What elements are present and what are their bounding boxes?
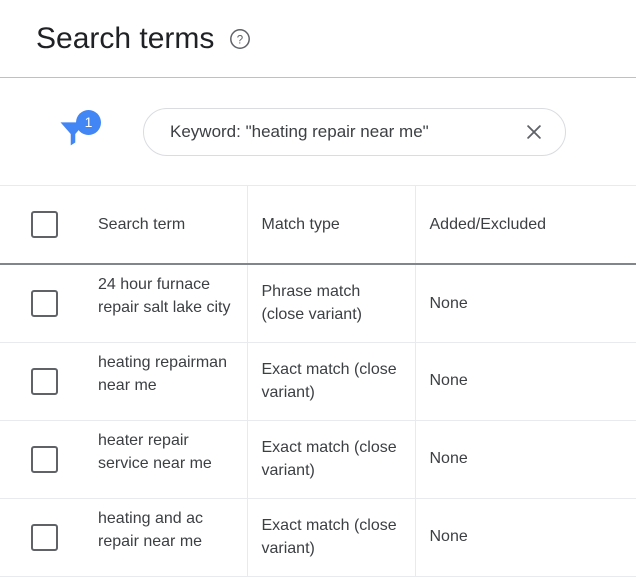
filter-chip-keyword[interactable]: Keyword: "heating repair near me" <box>143 107 566 156</box>
select-all-header-cell <box>0 186 90 265</box>
cell-added-excluded: None <box>415 420 636 499</box>
help-circle-icon[interactable]: ? <box>228 27 252 51</box>
table-row[interactable]: heating and ac repair near me Exact matc… <box>0 498 636 577</box>
page-title: Search terms <box>36 21 215 55</box>
cell-search-term: heating and ac repair near me <box>90 498 248 577</box>
row-checkbox-cell <box>0 264 90 343</box>
cell-search-term: 24 hour furnace repair salt lake city <box>90 264 248 343</box>
filter-bar: 1 Keyword: "heating repair near me" <box>0 78 636 186</box>
row-checkbox-cell <box>0 420 90 499</box>
cell-match-type: Exact match (close variant) <box>247 498 416 577</box>
table-body: 24 hour furnace repair salt lake city Ph… <box>0 264 636 577</box>
filter-funnel-icon[interactable]: 1 <box>56 108 102 156</box>
row-select-checkbox[interactable] <box>31 367 58 395</box>
table-row[interactable]: heating repairman near me Exact match (c… <box>0 342 636 421</box>
cell-added-excluded: None <box>415 264 636 343</box>
cell-match-type: Exact match (close variant) <box>247 420 416 499</box>
row-checkbox-cell <box>0 498 90 577</box>
select-all-checkbox[interactable] <box>31 211 58 238</box>
search-terms-table: Search term Match type Added/Excluded 24… <box>0 186 636 577</box>
page-header: Search terms ? <box>0 0 636 78</box>
column-header-search-term[interactable]: Search term <box>90 186 248 265</box>
svg-text:?: ? <box>237 34 243 46</box>
cell-match-type: Phrase match (close variant) <box>247 264 416 343</box>
row-select-checkbox[interactable] <box>31 445 58 473</box>
row-checkbox-cell <box>0 342 90 421</box>
table-row[interactable]: heater repair service near me Exact matc… <box>0 420 636 499</box>
cell-added-excluded: None <box>415 342 636 421</box>
row-select-checkbox[interactable] <box>31 289 58 317</box>
filter-chip-label: Keyword: "heating repair near me" <box>170 121 429 141</box>
cell-added-excluded: None <box>415 498 636 577</box>
filter-count-badge: 1 <box>76 109 101 135</box>
column-header-added-excluded[interactable]: Added/Excluded <box>415 186 636 265</box>
table-header-row: Search term Match type Added/Excluded <box>0 186 636 265</box>
cell-search-term: heating repairman near me <box>90 342 248 421</box>
column-header-match-type[interactable]: Match type <box>247 186 416 265</box>
close-x-icon[interactable] <box>521 119 547 145</box>
table-header: Search term Match type Added/Excluded <box>0 186 636 265</box>
table-row[interactable]: 24 hour furnace repair salt lake city Ph… <box>0 264 636 343</box>
cell-search-term: heater repair service near me <box>90 420 248 499</box>
cell-match-type: Exact match (close variant) <box>247 342 416 421</box>
row-select-checkbox[interactable] <box>31 523 58 551</box>
